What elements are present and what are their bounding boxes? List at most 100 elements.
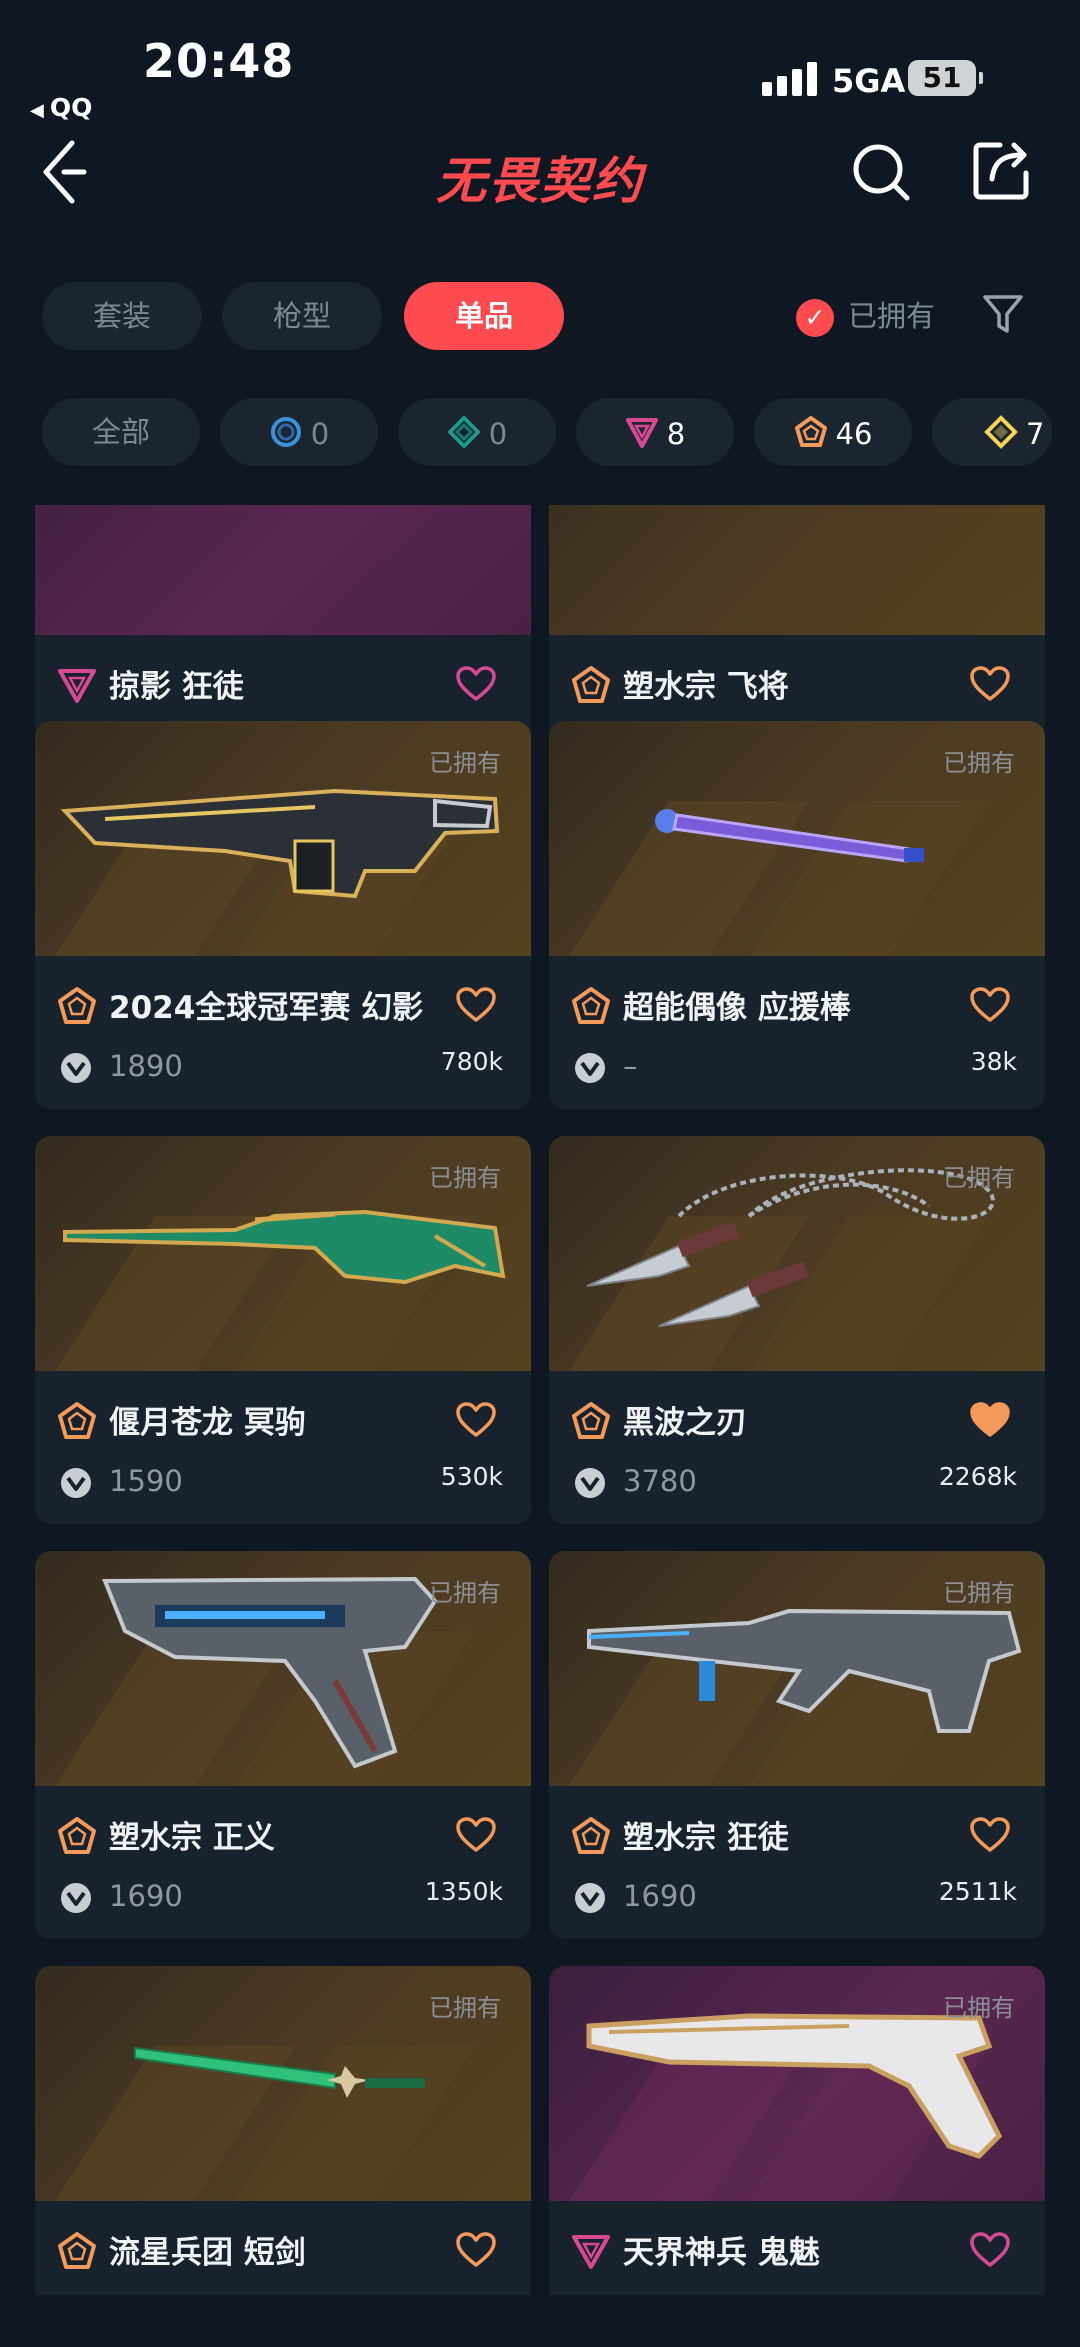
item-card[interactable]: 已拥有 塑水宗 正义 1690 1350k: [35, 1551, 531, 1939]
item-name: 塑水宗 狂徒: [623, 1820, 789, 1856]
owned-tag: 已拥有: [943, 1994, 1015, 2022]
exclusive-tier-icon: [572, 1817, 610, 1854]
owned-tag: 已拥有: [429, 1994, 501, 2022]
signal-strength-icon: [762, 60, 818, 96]
item-price: –: [623, 1049, 638, 1083]
item-price: 1590: [109, 1464, 183, 1498]
item-card[interactable]: 已拥有 黑波之刃 3780 2268k: [549, 1136, 1045, 1524]
exclusive-tier-icon: [572, 1402, 610, 1439]
item-info: 2024全球冠军赛 幻影 1890 780k: [35, 956, 531, 1109]
owned-filter-toggle[interactable]: ✓ 已拥有: [796, 295, 935, 337]
exclusive-tier-icon: [794, 416, 827, 447]
tier-chip-label: 全部: [91, 415, 150, 449]
tab-suit[interactable]: 套装: [42, 282, 202, 350]
exclusive-tier-icon: [572, 987, 610, 1024]
valorant-points-icon: [575, 1468, 605, 1498]
valorant-points-icon: [61, 1883, 91, 1913]
item-image: [35, 505, 531, 635]
item-name: 天界神兵 鬼魅: [623, 2235, 820, 2271]
heart-outline-icon[interactable]: [455, 665, 497, 703]
tier-chip-exclusive[interactable]: 46: [754, 398, 912, 466]
valorant-points-icon: [61, 1053, 91, 1083]
tier-count: 7: [1026, 417, 1045, 451]
network-type: 5GA: [832, 62, 906, 100]
heart-outline-icon[interactable]: [969, 986, 1011, 1024]
item-image: 已拥有: [549, 721, 1045, 956]
item-card[interactable]: 已拥有 偃月苍龙 冥驹 1590 530k: [35, 1136, 531, 1524]
item-name: 超能偶像 应援棒: [623, 990, 851, 1026]
item-name: 掠影 狂徒: [109, 669, 244, 705]
heart-filled-icon[interactable]: [969, 1401, 1011, 1439]
item-card[interactable]: 已拥有 天界神兵 鬼魅: [549, 1966, 1045, 2300]
item-card[interactable]: 已拥有 塑水宗 狂徒 1690 2511k: [549, 1551, 1045, 1939]
back-arrow-icon[interactable]: [40, 139, 90, 205]
owned-filter-label: 已拥有: [848, 299, 936, 333]
heart-outline-icon[interactable]: [455, 1401, 497, 1439]
item-name: 塑水宗 正义: [109, 1820, 275, 1856]
heart-outline-icon[interactable]: [455, 2231, 497, 2269]
item-name: 偃月苍龙 冥驹: [109, 1405, 306, 1441]
heart-outline-icon[interactable]: [969, 1816, 1011, 1854]
premium-tier-icon: [572, 2235, 610, 2269]
heart-outline-icon[interactable]: [969, 2231, 1011, 2269]
item-likes: 38k: [970, 1047, 1017, 1076]
tier-count: 0: [310, 417, 330, 451]
item-grid: 掠影 狂徒 1290 1090k 塑水宗 飞将: [0, 505, 1080, 2300]
premium-tier-icon: [58, 669, 96, 703]
owned-tag: 已拥有: [943, 1579, 1015, 1607]
item-info: 塑水宗 狂徒 1690 2511k: [549, 1786, 1045, 1939]
bottom-bar: [0, 2295, 1080, 2347]
item-likes: 1350k: [424, 1877, 503, 1906]
tier-count: 0: [488, 417, 508, 451]
app-logo: 无畏契约: [436, 152, 644, 210]
owned-tag: 已拥有: [429, 1164, 501, 1192]
tab-gun-type[interactable]: 枪型: [222, 282, 382, 350]
battery-icon: 51: [908, 60, 983, 96]
share-icon[interactable]: [972, 139, 1032, 201]
tier-chip-ultra[interactable]: 7: [932, 398, 1052, 466]
owned-tag: 已拥有: [429, 749, 501, 777]
item-info: 黑波之刃 3780 2268k: [549, 1371, 1045, 1524]
item-name: 流星兵团 短剑: [109, 2235, 306, 2271]
item-info: 塑水宗 正义 1690 1350k: [35, 1786, 531, 1939]
item-name: 2024全球冠军赛 幻影: [109, 990, 424, 1026]
item-price: 1890: [109, 1049, 183, 1083]
item-image: 已拥有: [35, 1136, 531, 1371]
deluxe-tier-icon: [446, 415, 481, 449]
item-likes: 2511k: [938, 1877, 1017, 1906]
exclusive-tier-icon: [58, 1402, 96, 1439]
heart-outline-icon[interactable]: [969, 665, 1011, 703]
item-image: 已拥有: [35, 1551, 531, 1786]
filter-funnel-icon[interactable]: [982, 293, 1024, 335]
search-icon[interactable]: [850, 141, 912, 203]
heart-outline-icon[interactable]: [455, 986, 497, 1024]
item-card[interactable]: 已拥有 超能偶像 应援棒 – 38k: [549, 721, 1045, 1109]
item-price: 1690: [109, 1879, 183, 1913]
tier-chip-premium[interactable]: 8: [576, 398, 734, 466]
valorant-points-icon: [575, 1053, 605, 1083]
item-image: [549, 505, 1045, 635]
owned-tag: 已拥有: [943, 749, 1015, 777]
exclusive-tier-icon: [58, 1817, 96, 1854]
back-triangle-icon: ◀: [30, 100, 44, 121]
item-likes: 2268k: [938, 1462, 1017, 1491]
item-info: 偃月苍龙 冥驹 1590 530k: [35, 1371, 531, 1524]
select-tier-icon: [270, 417, 301, 447]
heart-outline-icon[interactable]: [455, 1816, 497, 1854]
tier-chip-deluxe[interactable]: 0: [398, 398, 556, 466]
item-info: 超能偶像 应援棒 – 38k: [549, 956, 1045, 1109]
tier-chip-all[interactable]: 全部: [42, 398, 200, 466]
item-card[interactable]: 已拥有 流星兵团 短剑: [35, 1966, 531, 2300]
tier-chip-select[interactable]: 0: [220, 398, 378, 466]
premium-tier-icon: [625, 418, 658, 448]
owned-tag: 已拥有: [429, 1579, 501, 1607]
header: 无畏契约: [0, 125, 1080, 265]
back-to-app-link[interactable]: ◀ QQ: [30, 93, 92, 122]
item-card[interactable]: 已拥有 2024全球冠军赛 幻影 1890 780k: [35, 721, 531, 1109]
item-image: 已拥有: [35, 721, 531, 956]
item-image: 已拥有: [549, 1136, 1045, 1371]
item-image: 已拥有: [35, 1966, 531, 2201]
tier-count: 46: [835, 417, 873, 451]
tab-single-item[interactable]: 单品: [404, 282, 564, 350]
item-price: 3780: [623, 1464, 697, 1498]
